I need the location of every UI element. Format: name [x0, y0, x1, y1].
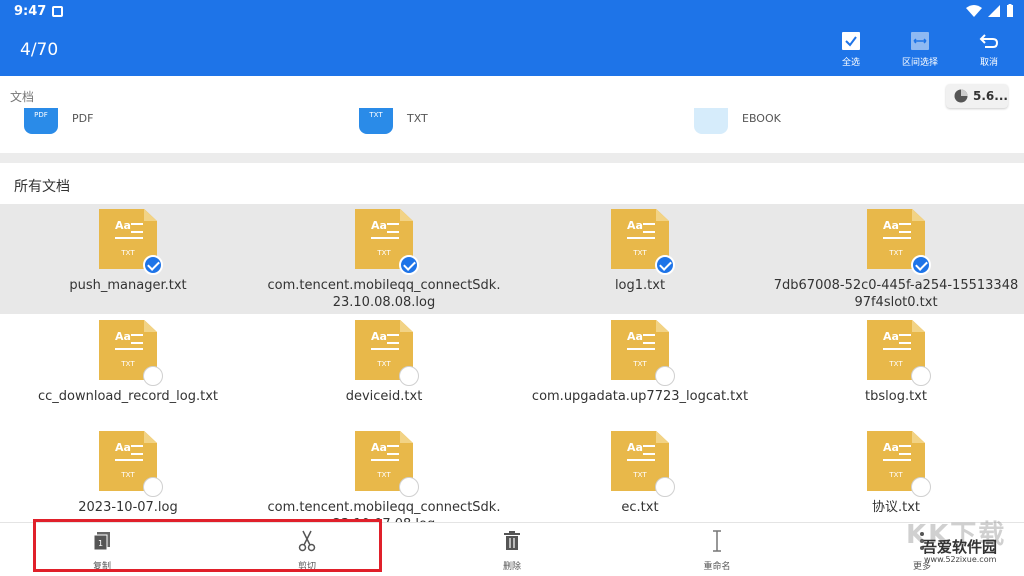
file-item[interactable]: AaTXTcom.tencent.mobileqq_connectSdk.23.… — [256, 431, 512, 533]
txt-file-icon: Aa TXT — [611, 431, 675, 497]
file-item[interactable]: Aa TXT ec.txt — [512, 431, 768, 516]
category-ebook[interactable]: EBOOK — [694, 108, 781, 138]
file-item[interactable]: Aa TXT com.upgadata.up7723_logcat.txt — [512, 320, 768, 405]
txt-file-icon: Aa TXT — [99, 209, 163, 275]
watermark: KK下载 吾爱软件园 www.52zixue.com — [906, 514, 1018, 570]
watermark-text: 吾爱软件园 — [922, 538, 998, 556]
notification-icon — [52, 6, 63, 17]
txt-file-icon: Aa TXT — [867, 320, 931, 386]
ebook-icon — [694, 108, 728, 134]
file-name: 7db67008-52c0-445f-a254-15513348 97f4slot… — [773, 278, 1019, 310]
annotation-highlight-box — [33, 519, 382, 572]
file-name: push_manager.txt — [69, 278, 187, 293]
file-name: deviceid.txt — [345, 389, 423, 404]
checkbox-unchecked-icon[interactable] — [143, 366, 163, 386]
app-header: 9:47 4/70 全选 区间选择 取消 — [0, 0, 1024, 76]
file-item[interactable]: Aa TXT tbslog.txt — [768, 320, 1024, 405]
range-select-icon — [911, 32, 929, 50]
rename-label: 重命名 — [703, 562, 731, 572]
checkbox-unchecked-icon[interactable] — [911, 477, 931, 497]
file-name: com.upgadata.up7723_logcat.txt — [531, 389, 749, 404]
range-select-label: 区间选择 — [901, 58, 938, 68]
trash-icon — [504, 531, 520, 550]
storage-chip[interactable]: 5.6... — [946, 84, 1008, 108]
txt-file-icon: Aa TXT — [611, 209, 675, 275]
txt-file-icon: Aa TXT — [867, 209, 931, 275]
select-all-button[interactable]: 全选 — [821, 30, 881, 68]
checkbox-unchecked-icon[interactable] — [911, 366, 931, 386]
category-pdf-label: PDF — [72, 112, 94, 125]
txt-file-icon: Aa TXT — [867, 431, 931, 497]
file-item[interactable]: Aa TXT push_manager.txt — [0, 209, 256, 294]
txt-file-icon: Aa TXT — [99, 431, 163, 497]
file-item[interactable]: Aa TXT log1.txt — [512, 209, 768, 294]
all-documents-label: 所有文档 — [14, 179, 70, 195]
select-all-label: 全选 — [841, 58, 860, 68]
selection-count: 4/70 — [20, 40, 59, 60]
status-time: 9:47 — [14, 4, 47, 19]
category-txt-label: TXT — [407, 112, 428, 125]
checkbox-checked-icon[interactable] — [655, 255, 675, 275]
checkbox-unchecked-icon[interactable] — [143, 477, 163, 497]
category-ebook-label: EBOOK — [742, 112, 781, 125]
range-select-button[interactable]: 区间选择 — [890, 30, 950, 68]
delete-button[interactable]: 删除 — [472, 529, 552, 572]
txt-file-icon: Aa TXT — [355, 431, 419, 497]
file-name: ec.txt — [621, 500, 659, 515]
checkbox-checked-icon[interactable] — [143, 255, 163, 275]
pie-chart-icon — [954, 89, 968, 103]
txt-file-icon: Aa TXT — [355, 209, 419, 275]
txt-file-icon: Aa TXT — [611, 320, 675, 386]
checkbox-unchecked-icon[interactable] — [655, 366, 675, 386]
select-all-icon — [842, 32, 860, 50]
rename-icon — [713, 530, 721, 552]
file-item[interactable]: Aa TXT 7db67008-52c0-445f-a254-15513348 97f… — [768, 209, 1024, 311]
file-name: com.tencent.mobileqq_connectSdk. 23.10.08… — [267, 278, 501, 310]
storage-label: 5.6... — [973, 89, 1008, 103]
txt-file-icon: Aa TXT — [99, 320, 163, 386]
checkbox-unchecked-icon[interactable] — [655, 477, 675, 497]
file-name: log1.txt — [614, 278, 666, 293]
category-txt[interactable]: TXT TXT — [359, 108, 428, 138]
category-pdf[interactable]: PDF PDF — [24, 108, 93, 138]
txt-file-icon: Aa TXT — [355, 320, 419, 386]
battery-icon — [1007, 4, 1013, 17]
signal-icon — [988, 4, 1000, 17]
file-item[interactable]: Aa TXT 协议.txt — [768, 431, 1024, 516]
category-section-label: 文档 — [10, 90, 35, 104]
section-divider — [0, 153, 1024, 163]
undo-icon — [979, 34, 999, 48]
file-item[interactable]: Aa TXT cc_download_record_log.txt — [0, 320, 256, 405]
file-name: 2023-10-07.log — [78, 500, 178, 515]
txt-icon: TXT — [359, 108, 393, 134]
rename-button[interactable]: 重命名 — [677, 529, 757, 572]
checkbox-checked-icon[interactable] — [399, 255, 419, 275]
file-name: cc_download_record_log.txt — [37, 389, 219, 404]
cancel-label: 取消 — [979, 58, 998, 68]
delete-label: 删除 — [502, 562, 521, 572]
file-item[interactable]: AaTXTcom.tencent.mobileqq_connectSdk.23.… — [256, 209, 512, 311]
pdf-icon: PDF — [24, 108, 58, 134]
file-name: tbslog.txt — [865, 389, 927, 404]
checkbox-checked-icon[interactable] — [911, 255, 931, 275]
checkbox-unchecked-icon[interactable] — [399, 366, 419, 386]
file-item[interactable]: Aa TXT 2023-10-07.log — [0, 431, 256, 516]
watermark-url: www.52zixue.com — [924, 555, 997, 564]
file-item[interactable]: Aa TXT deviceid.txt — [256, 320, 512, 405]
cancel-button[interactable]: 取消 — [959, 30, 1019, 68]
wifi-icon — [966, 4, 982, 17]
status-icons — [966, 4, 1014, 17]
checkbox-unchecked-icon[interactable] — [399, 477, 419, 497]
